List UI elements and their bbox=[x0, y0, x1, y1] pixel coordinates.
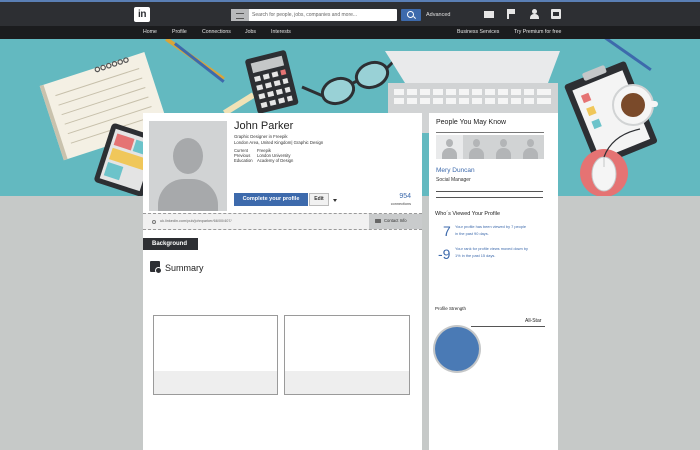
profile-name: John Parker bbox=[234, 120, 294, 132]
nav-item-connections[interactable]: Connections bbox=[202, 29, 231, 35]
background-section-label: Background bbox=[143, 238, 198, 250]
divider bbox=[436, 197, 543, 198]
media-placeholder[interactable] bbox=[153, 315, 278, 395]
media-footer bbox=[154, 371, 277, 394]
suggested-person-avatar[interactable] bbox=[490, 135, 517, 159]
avatar-body-shape bbox=[158, 179, 218, 211]
profile-detail-education: Education Academy of Design bbox=[234, 158, 293, 163]
suggested-person-avatar[interactable] bbox=[463, 135, 490, 159]
summary-icon bbox=[150, 261, 162, 274]
profile-headline: Graphic Designer in Freepik bbox=[234, 134, 288, 139]
detail-value[interactable]: Academy of Design bbox=[257, 158, 293, 163]
suggested-person-role: Social Manager bbox=[436, 177, 471, 183]
advanced-search-link[interactable]: Advanced bbox=[426, 12, 450, 18]
complete-profile-button[interactable]: Complete your profile bbox=[234, 193, 308, 206]
public-url-bar: uk.linkedin.com/pub/johnparker/66/00/407… bbox=[143, 213, 422, 230]
detail-label: Education bbox=[234, 158, 253, 163]
public-profile-url[interactable]: uk.linkedin.com/pub/johnparker/66/00/407… bbox=[160, 219, 232, 223]
nav-bar: Home Profile Connections Jobs Interests … bbox=[0, 26, 700, 39]
search-box bbox=[231, 9, 397, 21]
rank-change-text[interactable]: Your rank for profile views moved down b… bbox=[455, 246, 530, 259]
profile-location: London Area, United Kingdom| Graphic Des… bbox=[234, 140, 324, 145]
mail-icon[interactable] bbox=[484, 11, 494, 18]
glasses-illustration bbox=[301, 57, 398, 106]
connections-count[interactable]: 954 bbox=[389, 193, 411, 200]
try-premium-link[interactable]: Try Premium for free bbox=[514, 29, 561, 35]
people-you-may-know-title: People You May Know bbox=[436, 119, 507, 126]
profile-strength-level: All-Star bbox=[525, 318, 542, 324]
chevron-down-icon[interactable] bbox=[333, 199, 337, 202]
search-category-icon[interactable] bbox=[231, 9, 249, 21]
calculator-illustration bbox=[245, 50, 299, 114]
nav-item-jobs[interactable]: Jobs bbox=[245, 29, 256, 35]
coffee-cup-illustration bbox=[612, 84, 658, 126]
business-services-link[interactable]: Business Services bbox=[457, 29, 499, 35]
media-footer bbox=[285, 371, 409, 394]
sidebar: People You May Know Mery Duncan Social M… bbox=[429, 113, 558, 450]
contact-info-label: Contact Info bbox=[384, 218, 407, 223]
divider bbox=[436, 132, 544, 133]
add-user-icon[interactable] bbox=[529, 9, 541, 19]
linkedin-logo[interactable]: in bbox=[134, 7, 150, 22]
suggested-person-avatar[interactable] bbox=[436, 135, 463, 159]
rank-change-number: -9 bbox=[438, 246, 451, 262]
avatar[interactable] bbox=[149, 121, 227, 211]
top-bar: in Advanced bbox=[0, 0, 700, 26]
people-you-may-know-avatars bbox=[436, 135, 544, 159]
edit-button[interactable]: Edit bbox=[309, 193, 329, 206]
media-placeholder[interactable] bbox=[284, 315, 410, 395]
connections-label: connections bbox=[390, 202, 411, 206]
strength-meter-line bbox=[471, 326, 545, 327]
settings-icon[interactable] bbox=[551, 9, 561, 19]
profile-strength-meter[interactable] bbox=[433, 325, 481, 373]
avatar-head-shape bbox=[173, 138, 203, 174]
nav-item-profile[interactable]: Profile bbox=[172, 29, 187, 35]
contact-info-button[interactable]: Contact Info bbox=[369, 214, 422, 229]
suggested-person-avatar[interactable] bbox=[517, 135, 544, 159]
flag-icon[interactable] bbox=[507, 9, 515, 19]
suggested-person-name[interactable]: Mery Duncan bbox=[436, 167, 475, 174]
profile-strength-title: Profile Strength bbox=[435, 306, 467, 311]
search-button[interactable] bbox=[401, 9, 421, 21]
pencils-illustration bbox=[165, 39, 256, 116]
globe-icon bbox=[152, 220, 156, 224]
nav-item-interests[interactable]: Interests bbox=[271, 29, 291, 35]
divider bbox=[436, 191, 543, 192]
profile-strength-fill bbox=[435, 327, 479, 371]
search-input[interactable] bbox=[252, 9, 397, 21]
nav-item-home[interactable]: Home bbox=[143, 29, 157, 35]
profile-card: John Parker Graphic Designer in Freepik … bbox=[143, 113, 422, 450]
top-accent-line bbox=[0, 0, 700, 2]
profile-views-number: 7 bbox=[443, 223, 451, 239]
summary-heading: Summary bbox=[165, 263, 204, 273]
profile-views-text[interactable]: Your profile has been viewed by 7 people… bbox=[455, 224, 530, 237]
whos-viewed-title: Who´s Viewed Your Profile bbox=[435, 211, 501, 217]
folder-icon bbox=[375, 219, 381, 223]
